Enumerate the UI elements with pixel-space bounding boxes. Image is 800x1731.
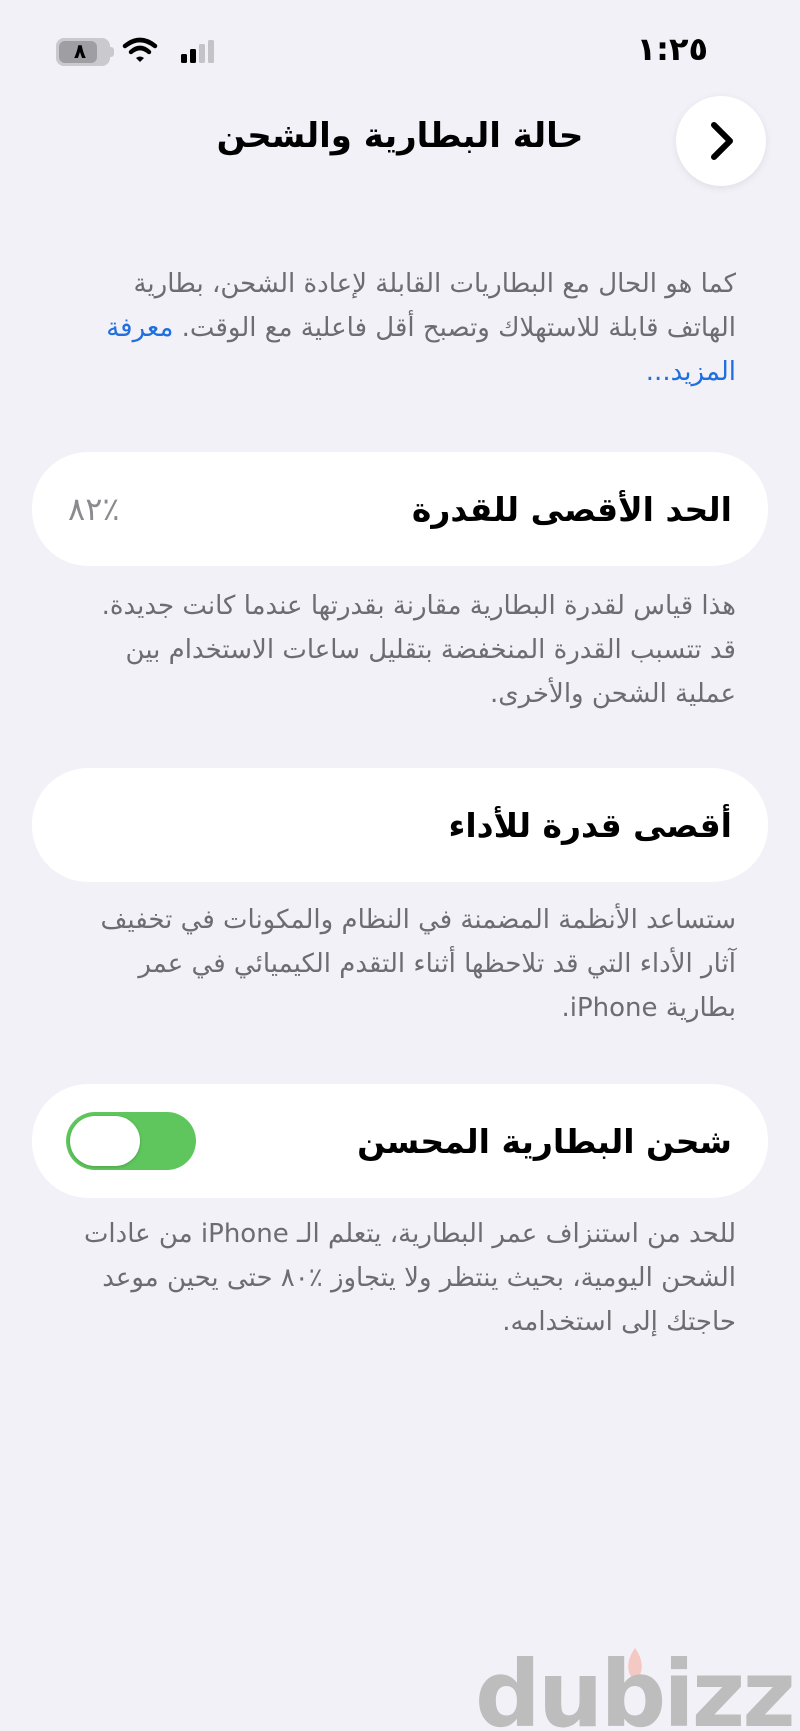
peak-performance-row[interactable]: أقصى قدرة للأداء	[32, 768, 768, 882]
status-bar: ١:٢٥ ٨	[0, 0, 800, 100]
status-time: ١:٢٥	[636, 30, 708, 68]
max-capacity-label: الحد الأقصى للقدرة	[411, 489, 732, 529]
peak-performance-label: أقصى قدرة للأداء	[448, 805, 732, 845]
peak-performance-description: ستساعد الأنظمة المضمنة في النظام والمكون…	[100, 905, 736, 1023]
intro-description: كما هو الحال مع البطاريات القابلة لإعادة…	[88, 262, 736, 394]
max-capacity-value: ٪٨٢	[68, 490, 120, 528]
battery-tip	[110, 47, 114, 57]
battery-icon: ٨	[56, 38, 110, 66]
watermark-text: dubizzle	[475, 1641, 800, 1731]
intro-text: كما هو الحال مع البطاريات القابلة لإعادة…	[133, 269, 736, 343]
battery-percent: ٨	[73, 39, 87, 63]
chevron-icon	[711, 122, 733, 160]
cellular-signal-icon	[181, 40, 214, 63]
max-capacity-description: هذا قياس لقدرة البطارية مقارنة بقدرتها ع…	[101, 591, 736, 709]
optimized-charging-row: شحن البطارية المحسن	[32, 1084, 768, 1198]
wifi-icon	[122, 37, 158, 62]
max-capacity-row: الحد الأقصى للقدرة ٪٨٢	[32, 452, 768, 566]
optimized-charging-description: للحد من استنزاف عمر البطارية، يتعلم الـ …	[83, 1219, 736, 1337]
toggle-knob	[70, 1116, 140, 1166]
dubizzle-watermark-logo: dubizzle	[475, 1641, 800, 1731]
optimized-charging-label: شحن البطارية المحسن	[357, 1121, 732, 1161]
back-button[interactable]	[676, 96, 766, 186]
page-title: حالة البطارية والشحن	[216, 116, 584, 156]
optimized-charging-toggle[interactable]	[66, 1112, 196, 1170]
